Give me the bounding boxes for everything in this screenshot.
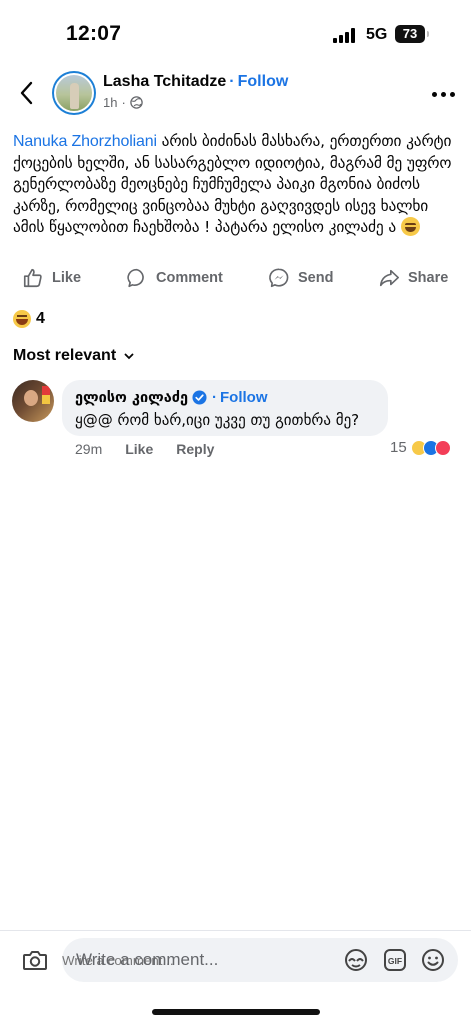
status-time: 12:07 bbox=[66, 22, 122, 45]
send-button[interactable]: Send bbox=[268, 262, 333, 294]
comment-placeholder: Write a comment... bbox=[76, 950, 219, 969]
thumbs-up-icon bbox=[23, 268, 42, 288]
home-indicator bbox=[152, 1009, 320, 1015]
comment-button[interactable]: Comment bbox=[126, 262, 223, 294]
comment-time: 29m bbox=[75, 441, 103, 457]
composer-divider bbox=[0, 930, 471, 931]
back-button[interactable] bbox=[12, 78, 40, 108]
chevron-left-icon bbox=[20, 81, 33, 105]
love-reaction-icon bbox=[434, 439, 451, 456]
battery-icon: 73 bbox=[395, 25, 425, 43]
like-label: Like bbox=[52, 270, 82, 286]
gif-icon[interactable]: GIF bbox=[383, 948, 407, 972]
chevron-down-icon bbox=[124, 353, 134, 359]
reaction-count: 4 bbox=[36, 310, 45, 327]
comment-reactions[interactable]: 15 bbox=[390, 439, 451, 456]
post-author-name[interactable]: Lasha Tchitadze bbox=[103, 73, 226, 90]
speech-bubble-icon bbox=[127, 268, 144, 288]
comment-author-row: ელისო კილაძე · Follow bbox=[75, 389, 375, 406]
commenter-avatar[interactable] bbox=[12, 380, 54, 422]
battery-tip bbox=[427, 31, 429, 37]
post-author-row: Lasha Tchitadze · Follow bbox=[103, 73, 288, 91]
globe-icon bbox=[130, 96, 143, 109]
share-button[interactable]: Share bbox=[378, 262, 448, 294]
more-options-icon[interactable] bbox=[432, 90, 458, 98]
network-type: 5G bbox=[366, 26, 388, 43]
sort-dropdown[interactable]: Most relevant bbox=[13, 347, 134, 365]
follow-button[interactable]: Follow bbox=[238, 73, 289, 90]
laughing-emoji-icon bbox=[400, 217, 420, 236]
comment-label: Comment bbox=[156, 270, 223, 286]
comment-reply-button[interactable]: Reply bbox=[176, 441, 214, 457]
author-avatar[interactable] bbox=[52, 71, 96, 115]
messenger-icon bbox=[269, 268, 289, 288]
comment-text: ყ@@ რომ ხარ,იცი უკვე თუ გითხრა მე? bbox=[75, 411, 360, 429]
haha-reaction-icon bbox=[13, 310, 31, 328]
comment-meta: 29m Like Reply bbox=[75, 441, 214, 457]
avatar-sticker-icon[interactable] bbox=[343, 948, 367, 972]
svg-text:GIF: GIF bbox=[388, 956, 402, 966]
reaction-summary[interactable]: 4 bbox=[13, 310, 45, 328]
camera-icon[interactable] bbox=[22, 948, 48, 972]
author-separator: · bbox=[229, 73, 235, 90]
verified-badge-icon bbox=[192, 390, 207, 405]
like-button[interactable]: Like bbox=[22, 262, 81, 294]
comment-follow-button[interactable]: Follow bbox=[220, 389, 268, 406]
share-arrow-icon bbox=[379, 269, 399, 287]
comment-author-name[interactable]: ელისო კილაძე bbox=[75, 390, 188, 406]
post-actions: Like Comment Send Share bbox=[0, 262, 471, 294]
send-label: Send bbox=[298, 270, 334, 286]
status-bar: 12:07 5G 73 bbox=[0, 0, 471, 62]
comment-separator: · bbox=[212, 389, 218, 406]
emoji-icon[interactable] bbox=[421, 948, 445, 972]
post-meta: 1h · bbox=[103, 95, 143, 110]
mention-link[interactable]: Nanuka Zhorzholiani bbox=[13, 133, 157, 150]
cellular-signal-icon bbox=[333, 27, 359, 43]
share-label: Share bbox=[408, 270, 449, 286]
sort-label: Most relevant bbox=[13, 347, 117, 364]
comment-like-button[interactable]: Like bbox=[125, 441, 153, 457]
comment-bubble: ელისო კილაძე · Follow ყ@@ რომ ხარ,იცი უკ… bbox=[62, 380, 388, 436]
comment-reaction-count: 15 bbox=[390, 439, 407, 456]
post-text: Nanuka Zhorzholiani არის ბიძინას მასხარა… bbox=[13, 131, 461, 239]
post-time[interactable]: 1h bbox=[103, 95, 117, 110]
